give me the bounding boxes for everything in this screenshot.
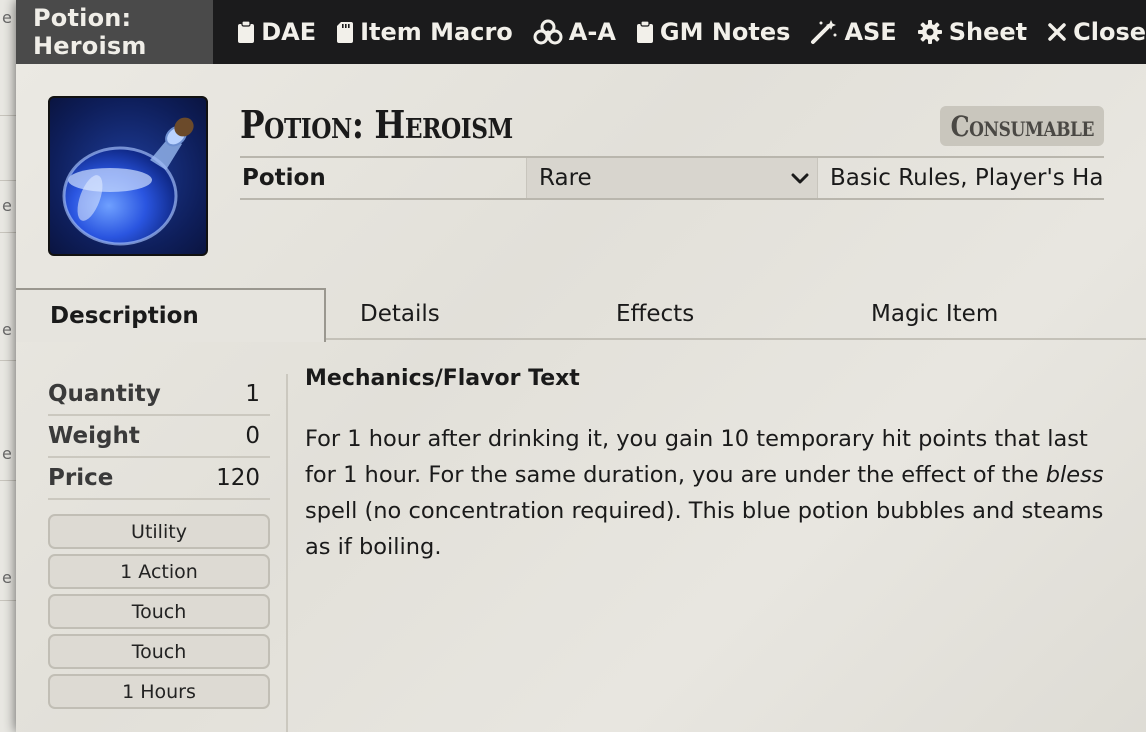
description-text-part: For 1 hour after drinking it, you gain 1… [305, 426, 1088, 488]
dae-button-label: DAE [261, 18, 317, 46]
background-letter: e [2, 196, 12, 215]
content-divider [286, 374, 288, 732]
item-type-badge-label: Consumable [950, 109, 1094, 143]
spell-link: bless [1045, 462, 1104, 488]
window-header[interactable]: Potion: Heroism DAE Item Macro A-A GM No… [16, 0, 1146, 64]
tab-effects[interactable]: Effects [616, 288, 694, 340]
sheet-button-label: Sheet [948, 18, 1028, 46]
gear-icon [917, 19, 943, 45]
weight-row: Weight 0 [48, 416, 270, 458]
close-button[interactable]: Close [1047, 18, 1146, 46]
tag-pill: 1 Hours [48, 674, 270, 709]
item-image[interactable] [48, 96, 208, 256]
close-button-label: Close [1073, 18, 1146, 46]
tag-pill: 1 Action [48, 554, 270, 589]
quantity-input[interactable]: 1 [245, 381, 270, 407]
a-a-button-label: A-A [568, 18, 616, 46]
weight-input[interactable]: 0 [245, 423, 270, 449]
item-name[interactable]: Potion: Heroism [240, 102, 513, 147]
dae-button[interactable]: DAE [237, 18, 316, 46]
sheet-button[interactable]: Sheet [917, 18, 1027, 46]
gm-notes-button-label: GM Notes [659, 18, 791, 46]
background-letter: e [2, 320, 12, 339]
item-meta-row: Potion Rare Basic Rules, Player's Ha [240, 156, 1104, 200]
price-input[interactable]: 120 [216, 465, 270, 491]
item-tags: Utility 1 Action Touch Touch 1 Hours [48, 514, 270, 709]
description-text-part: spell (no concentration required). This … [305, 498, 1104, 560]
description-text[interactable]: For 1 hour after drinking it, you gain 1… [305, 421, 1115, 565]
clipboard-icon [636, 20, 654, 44]
header-button-group: DAE Item Macro A-A GM Notes ASE Sheet Cl… [237, 18, 1146, 46]
background-letter: e [2, 8, 12, 27]
close-icon [1047, 22, 1067, 42]
item-sheet-window: Potion: Heroism DAE Item Macro A-A GM No… [16, 0, 1146, 732]
sheet-tabs: Description Details Effects Magic Item [16, 288, 1146, 342]
tag-pill: Utility [48, 514, 270, 549]
description-content[interactable]: Mechanics/Flavor Text For 1 hour after d… [305, 366, 1115, 565]
background-letter: e [2, 568, 12, 587]
sd-card-icon [336, 20, 354, 44]
item-subtype: Potion [242, 165, 326, 191]
item-macro-button[interactable]: Item Macro [336, 18, 513, 46]
quantity-label: Quantity [48, 381, 161, 407]
tag-pill: Touch [48, 594, 270, 629]
price-label: Price [48, 465, 114, 491]
tab-details[interactable]: Details [360, 288, 440, 340]
magic-wand-icon [810, 19, 838, 45]
potion-flask-icon [62, 117, 194, 246]
tab-magic-item[interactable]: Magic Item [871, 288, 998, 340]
description-heading: Mechanics/Flavor Text [305, 366, 580, 391]
gm-notes-button[interactable]: GM Notes [636, 18, 791, 46]
tag-pill: Touch [48, 634, 270, 669]
rarity-select[interactable]: Rare [526, 158, 818, 198]
quantity-row: Quantity 1 [48, 374, 270, 416]
biohazard-icon [533, 19, 563, 45]
item-type-badge: Consumable [940, 106, 1104, 146]
price-row: Price 120 [48, 458, 270, 500]
sheet-body: Potion: Heroism Consumable Potion Rare B… [16, 64, 1146, 732]
ase-button-label: ASE [844, 18, 897, 46]
rarity-value: Rare [539, 165, 592, 191]
window-title: Potion: Heroism [16, 0, 214, 64]
background-letter: e [2, 444, 12, 463]
item-properties-sidebar: Quantity 1 Weight 0 Price 120 Utility 1 … [48, 374, 270, 714]
item-macro-button-label: Item Macro [360, 18, 513, 46]
tab-description[interactable]: Description [16, 288, 326, 342]
source-input[interactable]: Basic Rules, Player's Ha [818, 158, 1104, 198]
chevron-down-icon [791, 165, 809, 191]
a-a-button[interactable]: A-A [533, 18, 616, 46]
ase-button[interactable]: ASE [810, 18, 897, 46]
weight-label: Weight [48, 423, 140, 449]
clipboard-icon [237, 20, 255, 44]
